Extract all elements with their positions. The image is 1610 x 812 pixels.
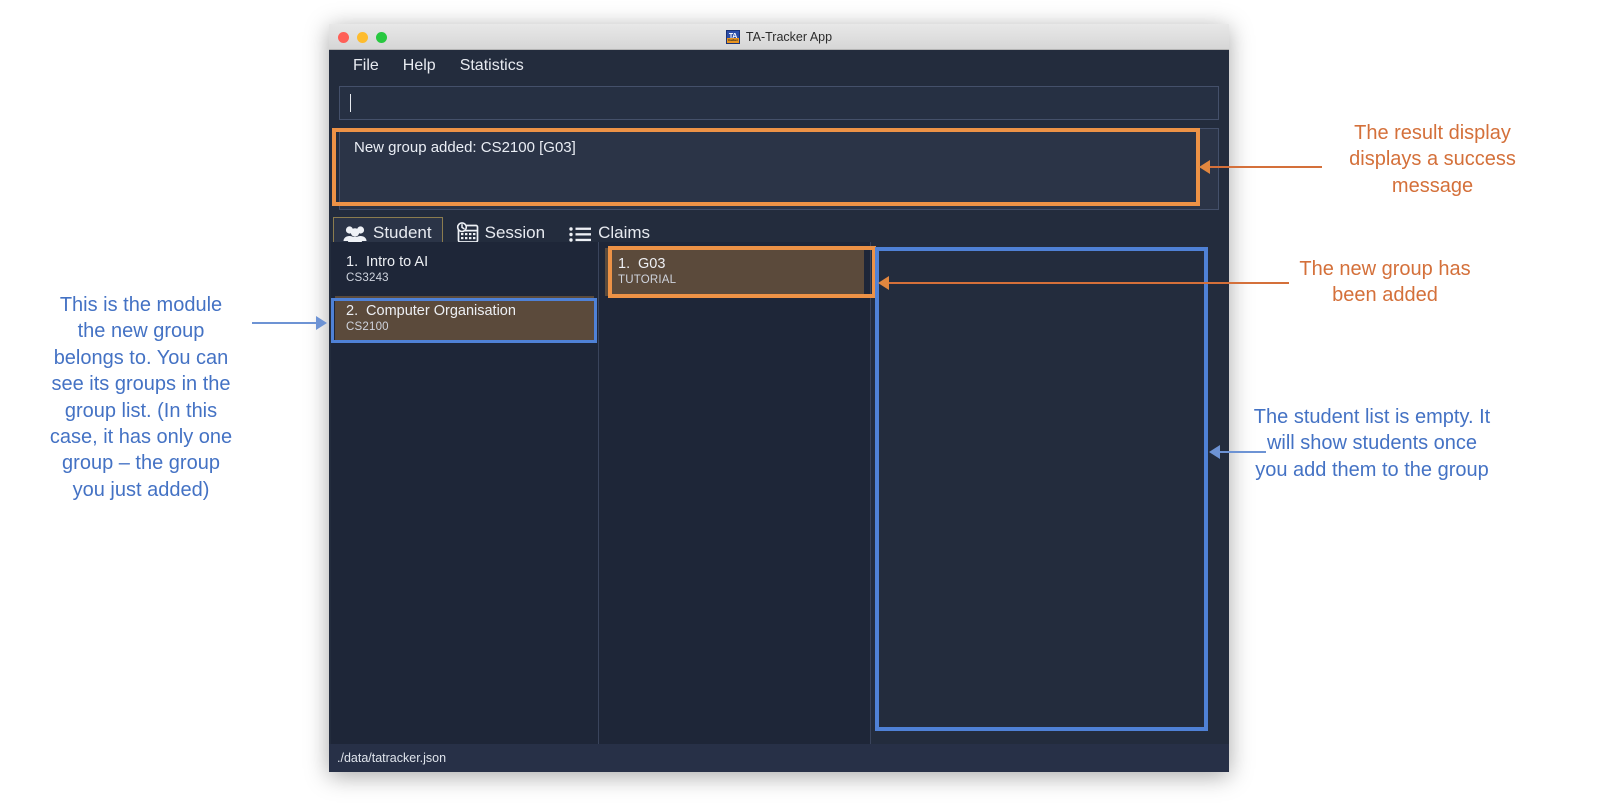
calendar-clock-icon: [455, 222, 479, 243]
maximize-window-button[interactable]: [376, 32, 387, 43]
group-item-type: TUTORIAL: [618, 274, 677, 286]
group-list-item[interactable]: 1. G03 TUTORIAL: [605, 248, 864, 296]
people-group-icon: [343, 224, 367, 243]
module-item-name: Computer Organisation: [366, 303, 516, 319]
window-title: TA-Tracker App: [745, 29, 833, 44]
annotation-arrowhead-group: [878, 276, 889, 290]
app-logo-icon: TA tracker: [725, 29, 740, 44]
module-item-title: 2. Computer Organisation: [346, 303, 583, 319]
menu-item-help[interactable]: Help: [391, 54, 448, 78]
module-item-name: Intro to AI: [366, 254, 429, 270]
group-list-panel[interactable]: 1. G03 TUTORIAL: [599, 242, 871, 754]
list-bullet-icon: [568, 224, 592, 243]
group-item-name: G03: [638, 256, 666, 272]
menu-item-file[interactable]: File: [341, 54, 391, 78]
tab-session-label: Session: [484, 222, 546, 242]
text-caret-icon: [350, 94, 351, 112]
annotation-leader-module: [252, 322, 316, 324]
student-list-panel[interactable]: [871, 242, 1227, 754]
annotation-result-display: The result display displays a success me…: [1349, 122, 1516, 197]
content-panes: 1. Intro to AI CS3243 2. Computer Organi…: [331, 242, 1227, 754]
minimize-window-button[interactable]: [357, 32, 368, 43]
annotation-arrowhead-result: [1199, 160, 1210, 174]
status-bar: ./data/tatracker.json: [329, 744, 1229, 772]
window-titlebar: TA tracker TA-Tracker App: [329, 24, 1229, 50]
module-list-item[interactable]: 1. Intro to AI CS3243: [335, 247, 594, 293]
annotation-arrowhead-module: [316, 316, 327, 330]
module-item-code: CS2100: [346, 321, 389, 333]
result-message: New group added: CS2100 [G03]: [354, 139, 576, 156]
command-box-container: [329, 82, 1229, 120]
menu-bar: File Help Statistics: [329, 50, 1229, 82]
window-controls[interactable]: [338, 32, 387, 43]
module-list-panel[interactable]: 1. Intro to AI CS3243 2. Computer Organi…: [331, 242, 599, 754]
tab-claims-label: Claims: [598, 223, 651, 242]
annotation-leader-group: [889, 282, 1289, 284]
annotation-new-group: The new group has been added: [1299, 258, 1471, 307]
menu-item-statistics[interactable]: Statistics: [448, 54, 536, 78]
module-item-index: 2.: [346, 303, 359, 319]
screenshot-root: TA tracker TA-Tracker App File Help Stat…: [0, 0, 1610, 812]
result-display: New group added: CS2100 [G03]: [339, 128, 1219, 210]
tab-student-label: Student: [373, 223, 432, 242]
app-logo-subtitle: tracker: [726, 37, 739, 43]
app-window: TA tracker TA-Tracker App File Help Stat…: [329, 24, 1229, 772]
annotation-student-list: The student list is empty. It will show …: [1253, 406, 1491, 481]
close-window-button[interactable]: [338, 32, 349, 43]
annotation-arrowhead-student: [1209, 445, 1220, 459]
annotation-module: This is the module the new group belongs…: [49, 294, 233, 501]
window-title-group: TA tracker TA-Tracker App: [725, 29, 833, 44]
group-item-title: 1. G03: [618, 256, 851, 272]
module-item-title: 1. Intro to AI: [346, 254, 583, 270]
command-input[interactable]: [339, 86, 1219, 120]
group-item-index: 1.: [618, 256, 631, 272]
result-display-container: New group added: CS2100 [G03]: [329, 120, 1229, 210]
module-list-item[interactable]: 2. Computer Organisation CS2100: [335, 296, 594, 342]
module-item-code: CS3243: [346, 272, 389, 284]
module-item-index: 1.: [346, 254, 359, 270]
status-bar-path: ./data/tatracker.json: [337, 751, 447, 765]
annotation-leader-result: [1210, 166, 1322, 168]
